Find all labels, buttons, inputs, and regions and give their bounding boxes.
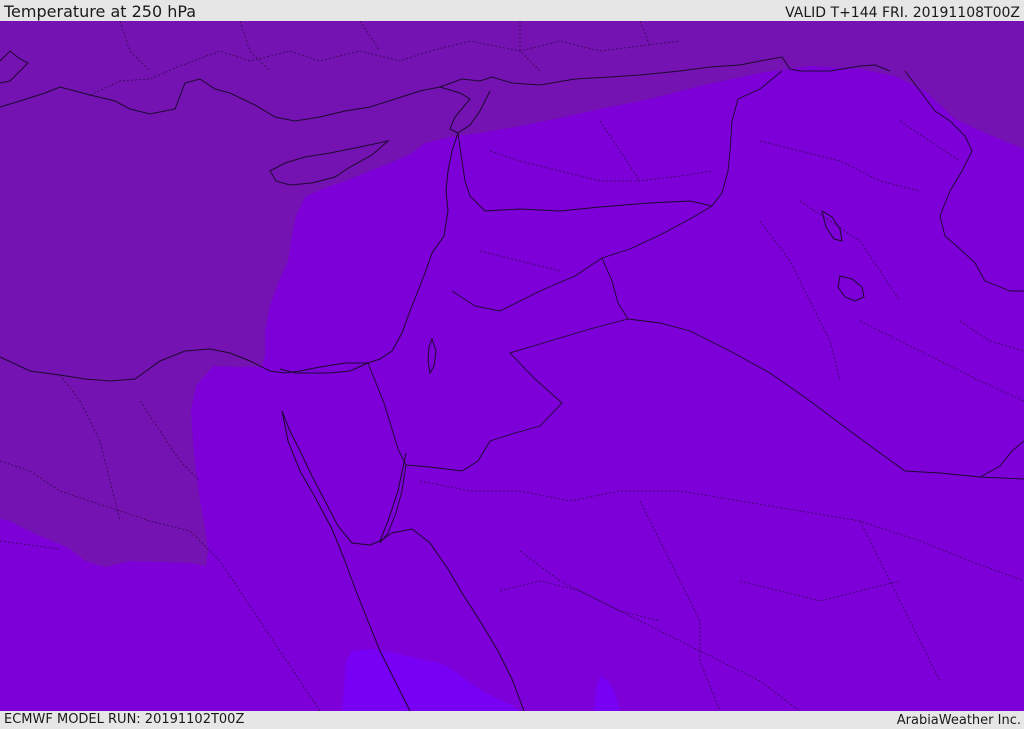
credit-label: ArabiaWeather Inc. [896,713,1021,728]
temperature-map [0,21,1024,711]
map-canvas [0,21,1024,711]
valid-time: VALID T+144 FRI. 20191108T00Z [785,5,1020,21]
header-bar: Temperature at 250 hPa VALID T+144 FRI. … [0,0,1024,21]
map-title: Temperature at 250 hPa [4,2,197,21]
footer-bar: ECMWF MODEL RUN: 20191102T00Z ArabiaWeat… [0,711,1024,729]
model-run-label: ECMWF MODEL RUN: 20191102T00Z [4,712,245,727]
forecast-map-page: Temperature at 250 hPa VALID T+144 FRI. … [0,0,1024,729]
